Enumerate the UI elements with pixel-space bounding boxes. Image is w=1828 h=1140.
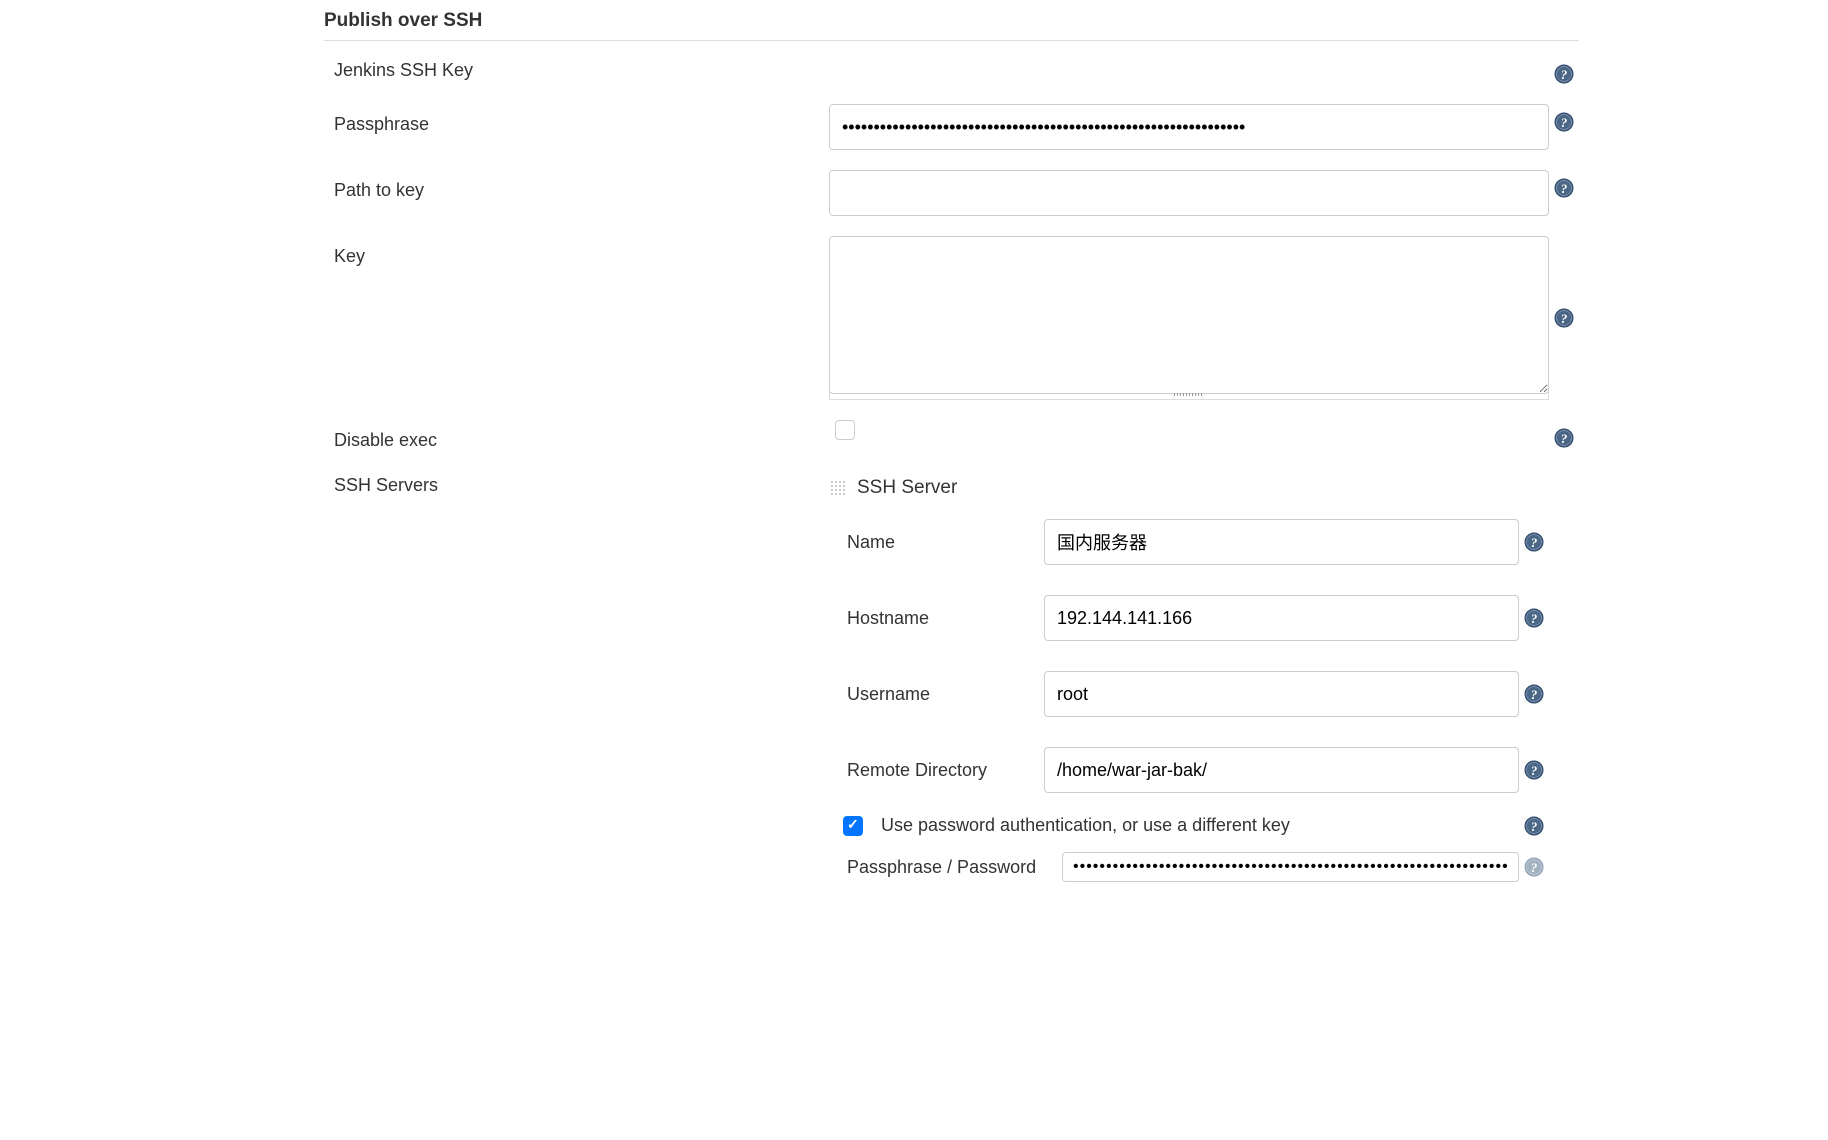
- help-icon[interactable]: ?: [1524, 532, 1544, 552]
- server-name-label: Name: [829, 532, 1044, 553]
- key-label: Key: [324, 236, 829, 267]
- help-icon[interactable]: ?: [1524, 857, 1544, 877]
- server-passphrase-label: Passphrase / Password: [847, 857, 1062, 878]
- help-icon[interactable]: ?: [1524, 760, 1544, 780]
- path-to-key-input[interactable]: [829, 170, 1549, 216]
- help-icon[interactable]: ?: [1554, 308, 1574, 328]
- svg-text:?: ?: [1561, 311, 1568, 326]
- drag-handle-icon[interactable]: [829, 479, 847, 497]
- help-icon[interactable]: ?: [1554, 64, 1574, 84]
- resize-handle[interactable]: [829, 392, 1549, 400]
- svg-text:?: ?: [1531, 611, 1538, 626]
- server-name-input[interactable]: [1044, 519, 1519, 565]
- key-textarea[interactable]: [829, 236, 1549, 394]
- svg-text:?: ?: [1531, 819, 1538, 834]
- server-username-input[interactable]: [1044, 671, 1519, 717]
- ssh-servers-label: SSH Servers: [324, 471, 829, 496]
- section-title: Publish over SSH: [324, 10, 1579, 41]
- svg-text:?: ?: [1561, 181, 1568, 196]
- server-remote-dir-input[interactable]: [1044, 747, 1519, 793]
- help-icon[interactable]: ?: [1554, 428, 1574, 448]
- svg-text:?: ?: [1561, 115, 1568, 130]
- use-password-label: Use password authentication, or use a di…: [881, 815, 1290, 836]
- passphrase-label: Passphrase: [324, 104, 829, 135]
- ssh-server-title: SSH Server: [857, 477, 957, 499]
- use-password-checkbox[interactable]: [843, 816, 863, 836]
- server-hostname-input[interactable]: [1044, 595, 1519, 641]
- server-remote-dir-label: Remote Directory: [829, 760, 1044, 781]
- svg-text:?: ?: [1531, 860, 1538, 875]
- server-hostname-label: Hostname: [829, 608, 1044, 629]
- help-icon[interactable]: ?: [1524, 816, 1544, 836]
- svg-text:?: ?: [1531, 687, 1538, 702]
- help-icon[interactable]: ?: [1524, 684, 1544, 704]
- help-icon[interactable]: ?: [1554, 178, 1574, 198]
- disable-exec-checkbox[interactable]: [835, 420, 855, 440]
- svg-text:?: ?: [1531, 535, 1538, 550]
- svg-text:?: ?: [1561, 67, 1568, 82]
- help-icon[interactable]: ?: [1554, 112, 1574, 132]
- passphrase-input[interactable]: [829, 104, 1549, 150]
- server-passphrase-input[interactable]: [1062, 852, 1519, 882]
- svg-text:?: ?: [1531, 763, 1538, 778]
- server-username-label: Username: [829, 684, 1044, 705]
- help-icon[interactable]: ?: [1524, 608, 1544, 628]
- jenkins-ssh-key-label: Jenkins SSH Key: [324, 56, 829, 81]
- svg-text:?: ?: [1561, 431, 1568, 446]
- path-to-key-label: Path to key: [324, 170, 829, 201]
- disable-exec-label: Disable exec: [324, 420, 829, 451]
